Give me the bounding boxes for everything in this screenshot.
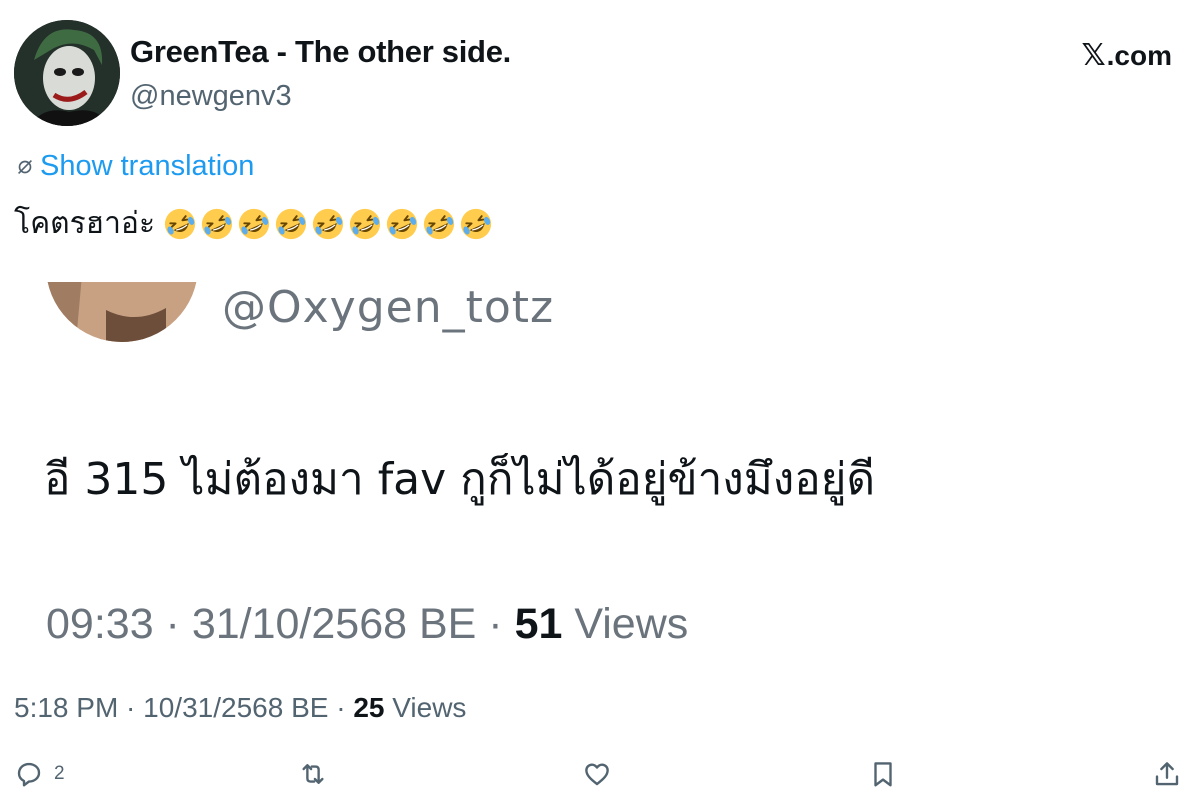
rofl-emoji-icon [386, 208, 418, 239]
rofl-emoji-icon [312, 208, 344, 239]
embedded-views-label: Views [562, 600, 689, 648]
reply-button[interactable]: 2 [14, 756, 65, 792]
like-button[interactable] [582, 756, 612, 792]
rofl-emoji-icon [460, 208, 492, 239]
action-bar: 2 [0, 756, 1200, 796]
rofl-emoji-icon [238, 208, 270, 239]
embedded-views-count: 51 [514, 600, 563, 648]
avatar[interactable] [14, 20, 120, 126]
display-name[interactable]: GreenTea - The other side. [130, 34, 511, 70]
rofl-emoji-icon [164, 208, 196, 239]
embedded-time: 09:33 · 31/10/2568 BE · [46, 600, 515, 648]
bookmark-button[interactable] [868, 756, 898, 792]
retweet-button[interactable] [298, 756, 328, 792]
tweet-meta: 5:18 PM · 10/31/2568 BE · 25 Views [14, 692, 466, 724]
tweet-text-words: โคตรฮาอ่ะ [14, 206, 156, 241]
reply-icon [17, 762, 41, 787]
tweet-media-image[interactable]: @Oxygen_totz อี 315 ไม่ต้องมา fav กูก็ไม… [0, 282, 1200, 666]
show-translation-label: Show translation [40, 150, 255, 182]
bookmark-icon [874, 762, 892, 787]
show-translation-link[interactable]: Show translation [14, 150, 254, 183]
reply-count: 2 [54, 763, 65, 784]
user-handle[interactable]: @newgenv3 [130, 80, 292, 113]
tweet-time[interactable]: 5:18 PM · 10/31/2568 BE · [14, 692, 353, 723]
share-button[interactable] [1152, 756, 1182, 792]
retweet-icon [302, 764, 324, 784]
embedded-text: อี 315 ไม่ต้องมา fav กูก็ไม่ได้อยู่ข้างม… [44, 454, 876, 505]
share-icon [1155, 762, 1179, 786]
like-icon [585, 763, 609, 786]
embedded-avatar [46, 282, 198, 342]
views-count: 25 [353, 692, 385, 723]
translate-globe-icon [17, 159, 33, 174]
rofl-emoji-icon [275, 208, 307, 239]
rofl-emoji-icon [349, 208, 381, 239]
x-logo-icon: 𝕏 [1081, 39, 1106, 72]
brand-domain: .com [1106, 40, 1172, 71]
tweet-text: โคตรฮาอ่ะ [14, 200, 496, 247]
x-brand-logo: 𝕏 .com [1081, 38, 1172, 73]
embedded-handle: @Oxygen_totz [222, 282, 555, 333]
embedded-meta: 09:33 · 31/10/2568 BE · 51 Views [46, 600, 688, 649]
emoji-row [163, 207, 496, 241]
rofl-emoji-icon [423, 208, 455, 239]
rofl-emoji-icon [201, 208, 233, 239]
views-label: Views [384, 692, 467, 723]
